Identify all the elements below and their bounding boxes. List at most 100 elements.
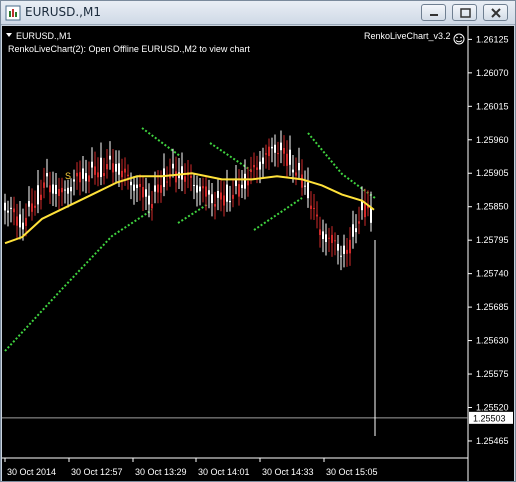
candle-body	[241, 184, 243, 189]
candle-body	[28, 201, 30, 207]
price-tick-label: 1.25905	[476, 168, 509, 178]
candle-body	[256, 167, 258, 170]
price-tick-label: 1.25795	[476, 235, 509, 245]
candle-body	[163, 168, 165, 187]
dropdown-arrow-icon[interactable]	[6, 33, 12, 37]
candle-body	[115, 163, 117, 172]
candle-body	[64, 189, 66, 191]
candle-body	[319, 229, 321, 235]
close-button[interactable]	[483, 4, 508, 21]
title-bar[interactable]: EURUSD.,M1	[1, 1, 515, 25]
price-tick-label: 1.25465	[476, 436, 509, 446]
candle-body	[361, 201, 363, 211]
maximize-button[interactable]	[452, 4, 477, 21]
price-axis: 1.26125 1.26070 1.26015 1.25960 1.25905 1.258…	[468, 34, 509, 446]
candle-body	[97, 172, 99, 178]
candle-body	[136, 184, 138, 189]
maximize-icon	[460, 8, 471, 18]
candle-body	[298, 162, 300, 171]
candle-body	[247, 180, 249, 186]
minimize-button[interactable]	[421, 4, 446, 21]
chart-area[interactable]: 1.26125 1.26070 1.26015 1.25960 1.25905 1.258…	[2, 26, 514, 481]
dotted-trend-segment	[253, 197, 303, 231]
candle-body	[73, 179, 75, 182]
candle-body	[238, 184, 240, 197]
candle-body	[358, 221, 360, 224]
candle-body	[244, 173, 246, 189]
candle-body	[328, 237, 330, 239]
candle-body	[331, 234, 333, 243]
moving-average-line	[4, 172, 375, 245]
candle-body	[91, 161, 93, 168]
candles	[4, 130, 372, 271]
candle-body	[139, 183, 141, 187]
candle-body	[277, 153, 279, 155]
candle-body	[37, 185, 39, 205]
candle-body	[175, 171, 177, 183]
price-tick-label: 1.25685	[476, 302, 509, 312]
candle-body	[181, 166, 183, 180]
time-tick-label: 30 Oct 14:33	[262, 467, 314, 477]
candle-body	[259, 161, 261, 170]
candle-body	[268, 146, 270, 157]
candle-body	[253, 164, 255, 168]
candle-body	[157, 184, 159, 193]
candle-body	[316, 214, 318, 217]
smiley-icon	[453, 33, 465, 45]
candle-body	[322, 231, 324, 240]
candle-body	[16, 216, 18, 226]
candle-body	[232, 194, 234, 199]
application-window: EURUSD.,M1 1.26125 1.26070 1.26015 1.25960 1…	[0, 0, 516, 482]
dotted-trend-segment	[4, 209, 153, 352]
candle-body	[94, 166, 96, 175]
candle-body	[79, 172, 81, 183]
candle-body	[13, 208, 15, 213]
candle-body	[133, 184, 135, 191]
candle-body	[223, 195, 225, 206]
time-tick-label: 30 Oct 14:01	[198, 467, 250, 477]
candle-body	[271, 146, 273, 149]
candle-body	[205, 186, 207, 197]
price-tick-label: 1.25740	[476, 269, 509, 279]
candle-body	[25, 217, 27, 226]
minimize-icon	[430, 14, 438, 16]
candle-body	[82, 168, 84, 179]
candle-body	[61, 187, 63, 193]
candle-body	[130, 181, 132, 186]
candle-body	[196, 185, 198, 193]
candle-body	[310, 205, 312, 209]
time-axis: 30 Oct 2014 30 Oct 12:57 30 Oct 13:29 30 Oc…	[4, 458, 378, 477]
signal-marker: S	[65, 171, 71, 181]
candle-body	[85, 173, 87, 182]
close-icon	[491, 8, 501, 18]
candle-body	[52, 184, 54, 194]
candle-body	[118, 163, 120, 175]
indicator-label: RenkoLiveChart_v3.2	[364, 31, 451, 41]
candle-body	[154, 185, 156, 192]
current-price-label: 1.25503	[473, 413, 506, 423]
candle-body	[235, 180, 237, 187]
dotted-trend-segment	[177, 203, 209, 224]
candle-body	[127, 174, 129, 176]
candle-body	[121, 170, 123, 178]
candle-body	[166, 181, 168, 183]
candle-body	[283, 148, 285, 154]
price-tick-label: 1.25850	[476, 202, 509, 212]
candle-body	[76, 172, 78, 177]
candle-body	[295, 172, 297, 176]
candle-body	[334, 240, 336, 242]
candle-body	[211, 194, 213, 204]
candle-body	[337, 243, 339, 251]
chart-canvas[interactable]: 1.26125 1.26070 1.26015 1.25960 1.25905 1.258…	[2, 26, 514, 481]
candle-body	[364, 203, 366, 218]
price-tick-label: 1.26125	[476, 34, 509, 44]
candle-body	[193, 184, 195, 186]
price-tick-label: 1.25520	[476, 402, 509, 412]
candle-body	[286, 153, 288, 166]
candle-body	[199, 186, 201, 192]
candle-body	[106, 164, 108, 170]
candle-body	[313, 208, 315, 210]
candle-body	[184, 176, 186, 182]
candle-body	[220, 192, 222, 200]
dotted-trend-segment	[141, 127, 181, 157]
